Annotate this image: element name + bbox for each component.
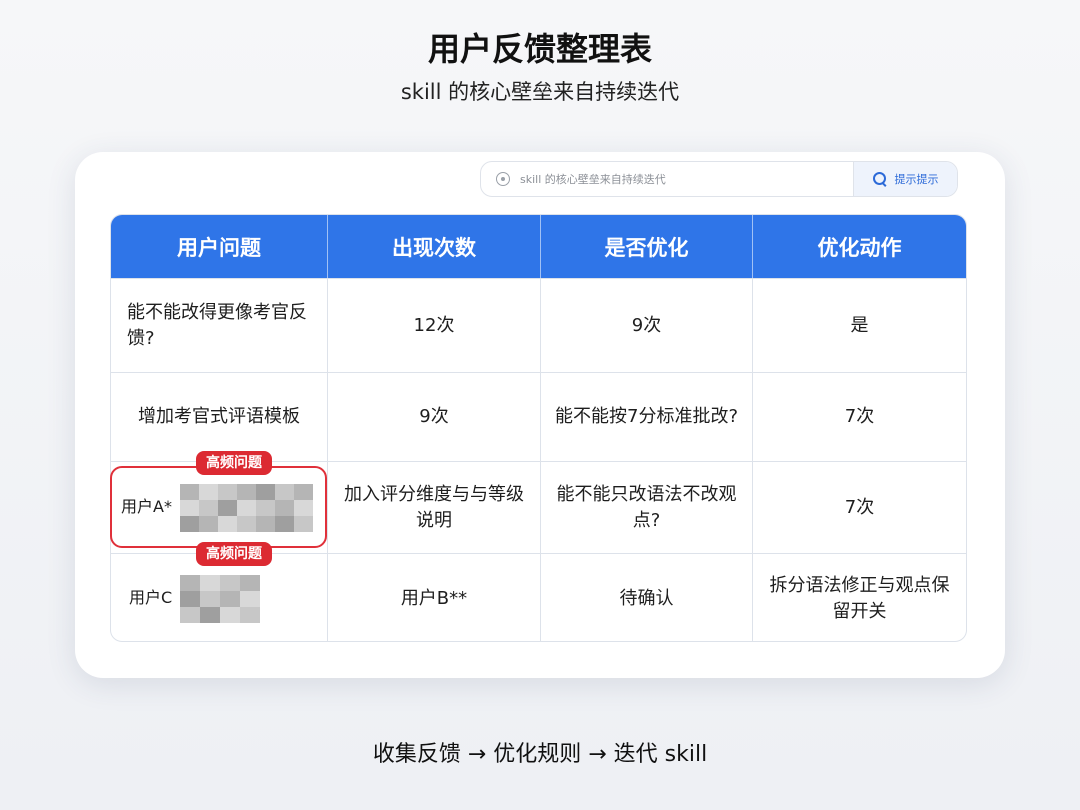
table-cell: 能不能按7分标准批改? — [541, 373, 753, 461]
search-button-label: 提示提示 — [894, 173, 939, 186]
table-cell: 能不能只改语法不改观点? — [541, 462, 753, 553]
table-cell: 增加考官式评语模板 — [111, 373, 328, 461]
user-name: 用户C — [129, 588, 173, 608]
table-cell: 7次 — [844, 406, 875, 428]
table-cell: 待确认 — [541, 554, 753, 641]
search-input[interactable] — [520, 162, 853, 196]
redacted-avatar — [179, 483, 313, 532]
header-cell: 优化动作 — [817, 235, 902, 260]
table-row: 增加考官式评语模板 9次 能不能按7分标准批改? 7次 — [111, 372, 966, 461]
feedback-table: 用户问题 出现次数 是否优化 优化动作 能不能改得更像考官反馈? 12次 9次 … — [110, 214, 967, 642]
table-cell: 9次 — [328, 373, 541, 461]
target-icon — [496, 172, 510, 186]
table-cell-user-c: 用户C — [111, 554, 328, 641]
header-cell: 用户问题 — [111, 215, 328, 278]
header-cell: 出现次数 — [328, 215, 541, 278]
search-button[interactable]: 提示提示 — [853, 162, 957, 196]
search-icon — [872, 172, 887, 186]
table-header-row: 用户问题 出现次数 是否优化 优化动作 — [111, 215, 966, 278]
high-frequency-tag: 高频问题 — [196, 451, 272, 475]
table-row: 能不能改得更像考官反馈? 12次 9次 是 — [111, 278, 966, 372]
table-cell: 能不能改得更像考官反馈? — [111, 279, 328, 372]
table-row: 用户C 用户B** 待确认 拆分语法修正与观点保留开关 — [111, 553, 966, 641]
page-subtitle: skill 的核心壁垒来自持续迭代 — [400, 80, 680, 104]
redacted-avatar — [180, 574, 261, 623]
table-cell: 加入评分维度与与等级说明 — [328, 462, 541, 553]
table-cell: 是 — [850, 314, 869, 336]
table-cell: 拆分语法修正与观点保留开关 — [769, 575, 950, 622]
user-name: 用户A* — [121, 497, 172, 517]
header-cell: 是否优化 — [541, 215, 753, 278]
table-cell: 9次 — [541, 279, 753, 372]
table-cell: 12次 — [328, 279, 541, 372]
search-bar: 提示提示 — [480, 161, 958, 197]
high-frequency-tag: 高频问题 — [196, 542, 272, 566]
workflow-caption: 收集反馈 → 优化规则 → 迭代 skill — [372, 742, 708, 767]
table-cell: 7次 — [844, 496, 875, 518]
table-cell: 用户B** — [328, 554, 541, 641]
table-cell-user-a: 用户A* — [111, 462, 328, 553]
page-title: 用户反馈整理表 — [427, 30, 652, 68]
